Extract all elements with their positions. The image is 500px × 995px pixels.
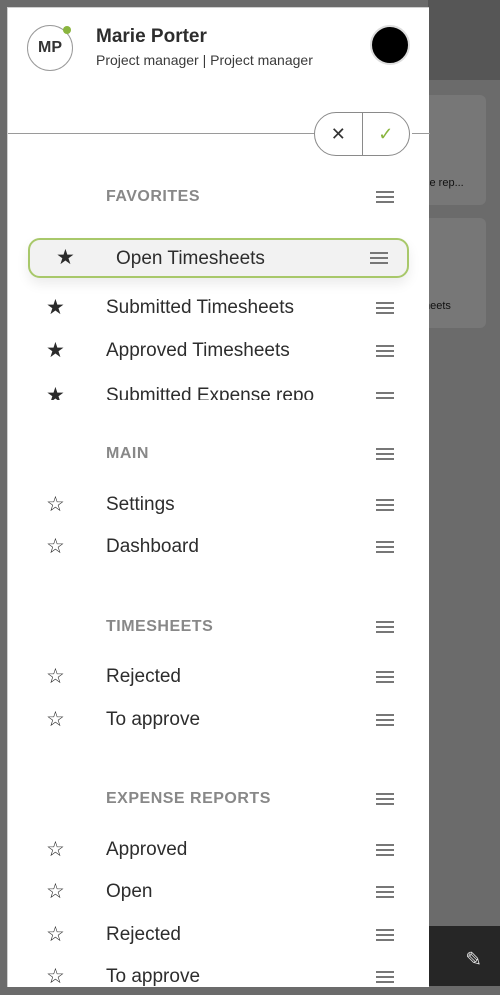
- menu-item[interactable]: ☆ Rejected: [8, 917, 429, 953]
- pencil-icon[interactable]: ✎: [465, 947, 482, 972]
- menu-item[interactable]: ☆ Approved: [8, 832, 429, 868]
- favorite-item[interactable]: ★ Submitted Expense repo: [8, 382, 429, 400]
- drag-handle-icon[interactable]: [376, 541, 394, 553]
- favorite-item[interactable]: ★ Approved Timesheets: [8, 333, 429, 369]
- outline-star-icon[interactable]: ☆: [46, 922, 65, 947]
- background-card: se rep...: [420, 95, 486, 205]
- drag-handle-icon[interactable]: [376, 191, 394, 203]
- menu-item[interactable]: ☆ Rejected: [8, 659, 429, 695]
- drag-handle-icon[interactable]: [376, 621, 394, 633]
- filled-star-icon[interactable]: ★: [56, 245, 75, 270]
- background-card-label: heets: [424, 300, 451, 312]
- divider: [412, 133, 430, 134]
- outline-star-icon[interactable]: ☆: [46, 964, 65, 989]
- filled-star-icon[interactable]: ★: [46, 383, 65, 400]
- navigation-drawer: MP Marie Porter Project manager | Projec…: [7, 7, 430, 988]
- menu-item[interactable]: ☆ To approve: [8, 959, 429, 995]
- background-bottom-bar: ✎: [428, 926, 500, 986]
- background-card: heets: [420, 218, 486, 328]
- avatar-initials: MP: [38, 39, 62, 56]
- menu-item[interactable]: ☆ Settings: [8, 487, 429, 523]
- drag-handle-icon[interactable]: [370, 252, 388, 264]
- user-role: Project manager | Project manager: [96, 52, 313, 68]
- section-title-timesheets: TIMESHEETS: [106, 618, 214, 635]
- drag-handle-icon[interactable]: [376, 302, 394, 314]
- confirm-button[interactable]: ✓: [363, 113, 410, 155]
- menu-item-label: Open: [106, 881, 153, 902]
- outline-star-icon[interactable]: ☆: [46, 534, 65, 559]
- drag-handle-icon[interactable]: [376, 499, 394, 511]
- filled-star-icon[interactable]: ★: [46, 338, 65, 363]
- section-title-expense-reports: EXPENSE REPORTS: [106, 790, 271, 807]
- menu-item[interactable]: ☆ To approve: [8, 702, 429, 738]
- drag-handle-icon[interactable]: [376, 448, 394, 460]
- drag-handle-icon[interactable]: [376, 844, 394, 856]
- favorite-item-dragging[interactable]: ★ Open Timesheets: [28, 238, 409, 278]
- edit-controls: ✕ ✓: [314, 112, 410, 156]
- favorite-item[interactable]: ★ Submitted Timesheets: [8, 290, 429, 326]
- filled-star-icon[interactable]: ★: [46, 295, 65, 320]
- menu-item-label: Open Timesheets: [116, 248, 265, 269]
- background-app-bar: [428, 0, 500, 80]
- drag-handle-icon[interactable]: [376, 392, 394, 400]
- user-name: Marie Porter: [96, 26, 207, 47]
- drag-handle-icon[interactable]: [376, 671, 394, 683]
- outline-star-icon[interactable]: ☆: [46, 879, 65, 904]
- theme-toggle-button[interactable]: [370, 25, 410, 65]
- menu-item-label: Rejected: [106, 924, 181, 945]
- menu-item-label: Approved Timesheets: [106, 340, 290, 361]
- cancel-button[interactable]: ✕: [315, 113, 363, 155]
- menu-item-label: Settings: [106, 494, 175, 515]
- menu-item-label: Dashboard: [106, 536, 199, 557]
- outline-star-icon[interactable]: ☆: [46, 837, 65, 862]
- menu-item[interactable]: ☆ Dashboard: [8, 529, 429, 565]
- drag-handle-icon[interactable]: [376, 886, 394, 898]
- section-title-main: MAIN: [106, 445, 149, 462]
- menu-item-label: Submitted Timesheets: [106, 297, 294, 318]
- menu-item-label: To approve: [106, 709, 201, 730]
- menu-item-label: To approve: [106, 966, 201, 987]
- menu-item[interactable]: ☆ Open: [8, 874, 429, 910]
- menu-item-label: Submitted Expense repo: [106, 385, 315, 400]
- drag-handle-icon[interactable]: [376, 345, 394, 357]
- section-title-favorites: FAVORITES: [106, 188, 200, 205]
- online-status-icon: [63, 26, 71, 34]
- background-card-label: se rep...: [424, 177, 464, 189]
- outline-star-icon[interactable]: ☆: [46, 664, 65, 689]
- drag-handle-icon[interactable]: [376, 929, 394, 941]
- divider: [8, 133, 314, 134]
- drag-handle-icon[interactable]: [376, 714, 394, 726]
- outline-star-icon[interactable]: ☆: [46, 707, 65, 732]
- user-profile: MP Marie Porter Project manager | Projec…: [27, 25, 417, 85]
- drag-handle-icon[interactable]: [376, 793, 394, 805]
- menu-item-label: Rejected: [106, 666, 181, 687]
- menu-item-label: Approved: [106, 839, 188, 860]
- outline-star-icon[interactable]: ☆: [46, 492, 65, 517]
- drag-handle-icon[interactable]: [376, 971, 394, 983]
